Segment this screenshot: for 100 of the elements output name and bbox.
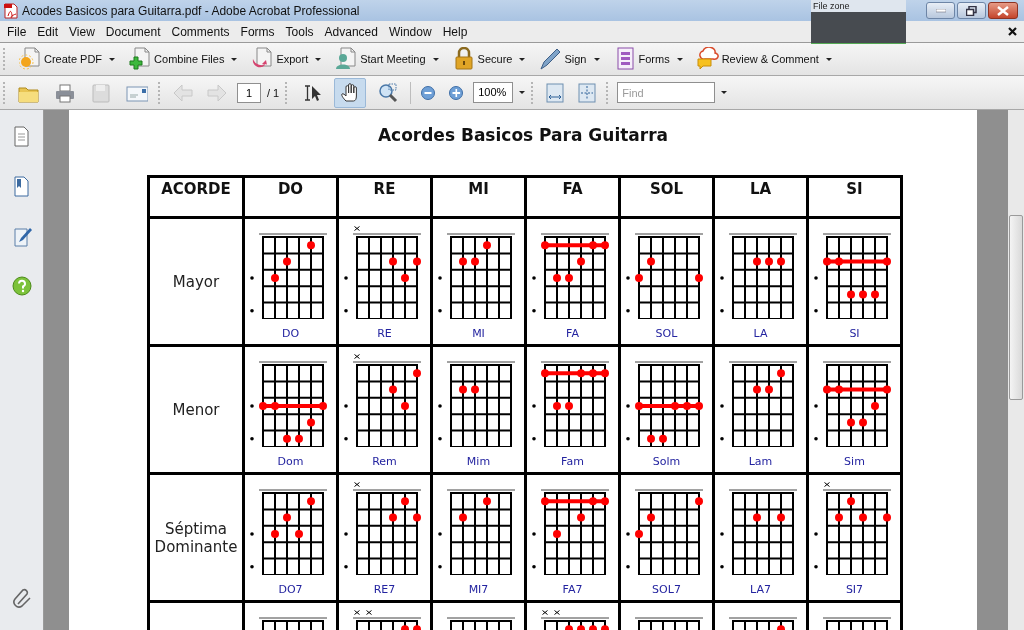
minus-circle-icon <box>421 85 436 100</box>
toolbar-button[interactable]: Combine Files <box>126 45 241 73</box>
column-header: ACORDE <box>148 176 244 218</box>
fit-width-icon <box>546 82 565 103</box>
chord-name: FA <box>565 327 580 340</box>
close-document-icon[interactable] <box>1008 27 1017 36</box>
caret-icon <box>721 91 728 94</box>
page-number-field[interactable]: 1 <box>237 82 261 103</box>
person-page-icon <box>335 47 358 71</box>
text-cursor-arrow-icon <box>302 82 323 103</box>
chord-name: FA7 <box>561 583 584 596</box>
lock-icon <box>452 47 475 71</box>
minimize-icon <box>935 8 946 13</box>
chord-name: SI7 <box>844 583 865 596</box>
toolbar-button[interactable]: Sign <box>536 45 603 73</box>
chord-name: MI7 <box>467 583 490 596</box>
chord-name: Fam <box>560 455 585 468</box>
menu-item[interactable]: View <box>69 24 95 39</box>
chord-name: LA <box>752 327 769 340</box>
menu-item[interactable]: Comments <box>171 24 230 39</box>
menu-item[interactable]: Tools <box>285 24 314 39</box>
close-button[interactable] <box>988 2 1018 19</box>
close-icon <box>997 5 1009 16</box>
chord-name: RE <box>376 327 393 340</box>
pages-icon <box>11 126 32 147</box>
menu-item[interactable]: Window <box>388 24 432 39</box>
document-title: Acordes Basicos Para Guitarra <box>376 125 670 145</box>
page-plus-icon <box>129 47 152 71</box>
paperclip-icon <box>11 588 32 610</box>
chord-name: Mim <box>465 455 492 468</box>
chord-name: LA7 <box>749 583 772 596</box>
pdf-file-icon <box>4 2 18 19</box>
chord-name: RE7 <box>372 583 397 596</box>
caret-icon <box>315 57 322 61</box>
column-header: DO <box>243 176 338 218</box>
restore-icon <box>966 5 977 16</box>
chord-name: SI <box>848 327 861 340</box>
right-arrow-icon <box>207 83 227 102</box>
menu-item[interactable]: Edit <box>37 24 59 39</box>
plus-circle-icon <box>449 85 464 100</box>
left-arrow-icon <box>173 83 193 102</box>
chord-name: Sim <box>843 455 866 468</box>
column-header: RE <box>337 176 432 218</box>
printer-icon <box>54 82 76 103</box>
chord-name: Lam <box>747 455 774 468</box>
sidebar-button[interactable] <box>11 226 32 247</box>
menu-item[interactable]: Document <box>105 24 161 39</box>
toolbar-button[interactable]: Forms <box>610 45 686 73</box>
fit-page-icon <box>578 82 597 103</box>
find-field[interactable]: Find <box>617 82 716 103</box>
caret-icon <box>519 57 526 61</box>
column-header: LA <box>713 176 808 218</box>
sidebar-button[interactable] <box>11 176 32 197</box>
scrollbar-thumb[interactable] <box>1009 215 1023 400</box>
menu-item[interactable]: File <box>7 24 27 39</box>
speech-bubbles-icon <box>696 47 719 71</box>
caret-icon <box>593 57 600 61</box>
help-icon <box>11 276 32 297</box>
toolbar-button[interactable]: Start Meeting <box>332 45 442 73</box>
toolbar-button[interactable]: Review & Comment <box>693 45 835 73</box>
chord-name: SOL7 <box>651 583 682 596</box>
toolbar-button[interactable]: Secure <box>449 45 529 73</box>
page-count: / 1 <box>267 86 280 99</box>
chord-name: DO7 <box>277 583 304 596</box>
column-header: MI <box>431 176 526 218</box>
zoom-field[interactable]: 100% <box>473 82 514 103</box>
tool-button[interactable] <box>334 77 367 108</box>
restore-button[interactable] <box>957 2 986 19</box>
menu-item[interactable]: Forms <box>240 24 275 39</box>
sidebar-button[interactable] <box>11 276 32 297</box>
toolbar-button[interactable]: Export <box>248 45 325 73</box>
caret-icon <box>825 57 832 61</box>
chord-name: Dom <box>276 455 305 468</box>
zoom-marquee-icon <box>378 82 399 103</box>
column-header: SI <box>807 176 902 218</box>
column-header: SOL <box>619 176 714 218</box>
bookmark-page-icon <box>11 176 32 197</box>
chord-name: SOL <box>654 327 679 340</box>
row-label: Séptima Dominante <box>154 519 238 556</box>
attachments-button[interactable] <box>11 588 32 610</box>
caret-icon <box>432 57 439 61</box>
chord-name: Rem <box>371 455 398 468</box>
page-sun-icon <box>19 47 41 71</box>
chord-name: MI <box>471 327 486 340</box>
caret-icon <box>109 57 116 61</box>
pen-icon <box>539 47 562 71</box>
window-title: Acodes Basicos para Guitarra.pdf - Adobe Acrobat Professional <box>22 3 360 18</box>
toolbar-button[interactable]: Create PDF <box>16 45 119 73</box>
caret-icon <box>676 57 683 61</box>
pen-page-icon <box>11 226 32 247</box>
chord-name: DO <box>280 327 301 340</box>
sidebar-button[interactable] <box>11 126 32 147</box>
caret-icon <box>519 91 526 94</box>
menu-item[interactable]: Help <box>442 24 468 39</box>
row-label: Menor <box>172 400 220 419</box>
chord-name: Solm <box>651 455 682 468</box>
caret-icon <box>231 57 238 61</box>
menu-item[interactable]: Advanced <box>324 24 378 39</box>
file-zone-label: File zone <box>811 0 906 12</box>
column-header: FA <box>525 176 620 218</box>
